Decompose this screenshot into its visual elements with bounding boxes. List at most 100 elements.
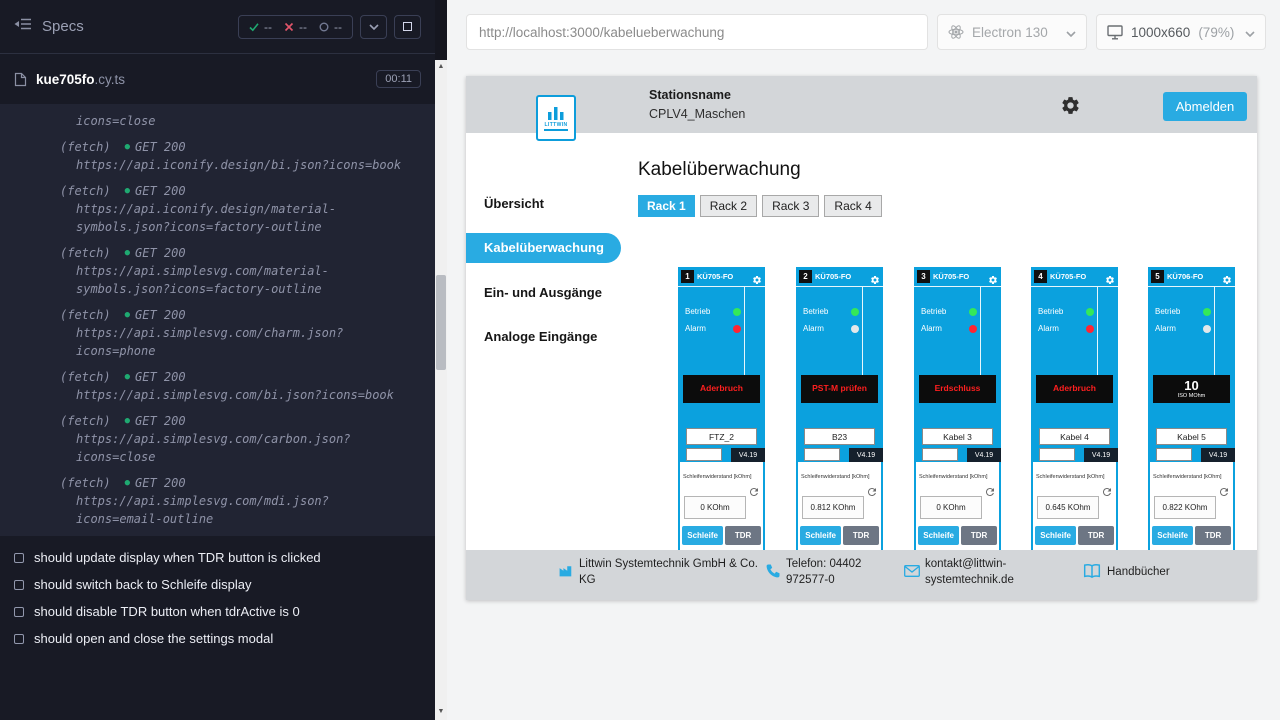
command-log: icons=close (fetch)●GET 200 https://api.… [0, 104, 435, 536]
tdr-button[interactable]: TDR [1195, 526, 1231, 545]
tdr-button[interactable]: TDR [843, 526, 879, 545]
tab-rack-2[interactable]: Rack 2 [700, 195, 757, 217]
request-url: https://api.iconify.design/material-symb… [76, 200, 408, 236]
fetch-log-entry[interactable]: (fetch)●GET 200 https://api.iconify.desi… [0, 182, 435, 236]
status-dot-icon: ● [125, 368, 130, 386]
test-title: should open and close the settings modal [34, 631, 273, 646]
schleife-button[interactable]: Schleife [800, 526, 841, 545]
status-dot-icon: ● [125, 412, 130, 430]
test-row[interactable]: should update display when TDR button is… [0, 544, 435, 571]
url-input[interactable] [466, 14, 928, 50]
scrollbar-track[interactable] [435, 60, 447, 720]
test-title: should update display when TDR button is… [34, 550, 321, 565]
alarm-led [1203, 325, 1211, 333]
alarm-label: Alarm [1038, 324, 1059, 333]
tab-rack-1[interactable]: Rack 1 [638, 195, 695, 217]
rack-tabs: Rack 1 Rack 2 Rack 3 Rack 4 [638, 195, 882, 217]
status-display: Aderbruch [683, 375, 760, 403]
fetch-log-entry[interactable]: (fetch)●GET 200 https://api.simplesvg.co… [0, 306, 435, 360]
cable-name-field[interactable]: Kabel 5 [1156, 428, 1227, 445]
scrollbar-thumb[interactable] [436, 275, 446, 370]
betrieb-row: Betrieb [921, 307, 977, 316]
fetch-log-entry[interactable]: (fetch)●GET 200 https://api.simplesvg.co… [0, 474, 435, 528]
betrieb-row: Betrieb [685, 307, 741, 316]
test-row[interactable]: should open and close the settings modal [0, 625, 435, 652]
viewport-select[interactable]: 1000x660 (79%) [1096, 14, 1266, 50]
measure-value: 0.645 KOhm [1037, 496, 1099, 519]
alarm-row: Alarm [1155, 324, 1211, 333]
browser-select[interactable]: Electron 130 [937, 14, 1087, 50]
device-model: KÜ705-FO [697, 272, 733, 281]
device-settings-button[interactable] [988, 272, 998, 282]
manuals-link[interactable]: Handbücher [1107, 565, 1170, 581]
device-settings-button[interactable] [752, 272, 762, 282]
app-header: Stationsname CPLV4_Maschen Abmelden [466, 76, 1257, 133]
device-settings-button[interactable] [870, 272, 880, 282]
cable-name-field[interactable]: Kabel 3 [922, 428, 993, 445]
alarm-label: Alarm [685, 324, 706, 333]
schleife-button[interactable]: Schleife [1035, 526, 1076, 545]
refresh-button[interactable] [748, 485, 760, 497]
cross-icon [284, 22, 294, 32]
station-block: Stationsname CPLV4_Maschen [649, 88, 745, 121]
phone-icon [765, 563, 781, 584]
sidebar-item-ein-und-ausgaenge[interactable]: Ein- und Ausgänge [484, 285, 602, 300]
test-row[interactable]: should disable TDR button when tdrActive… [0, 598, 435, 625]
device-card-header: 4 KÜ705-FO [1031, 267, 1118, 287]
status-text: PST-M prüfen [812, 384, 867, 393]
refresh-button[interactable] [1101, 485, 1113, 497]
fetch-log-entry[interactable]: (fetch)●GET 200 https://api.iconify.desi… [0, 138, 435, 174]
collapse-chevron-button[interactable] [360, 15, 387, 39]
email-link[interactable]: kontakt@littwin-systemtechnik.de [925, 557, 1047, 588]
schleife-button[interactable]: Schleife [682, 526, 723, 545]
betrieb-label: Betrieb [685, 307, 710, 316]
logout-button[interactable]: Abmelden [1163, 92, 1247, 121]
sidebar-item-analoge-eingaenge[interactable]: Analoge Eingänge [484, 329, 597, 344]
http-status: GET 200 [135, 368, 186, 386]
stop-button[interactable] [394, 15, 421, 39]
measurement-panel: Schleifenwiderstand [kOhm] 0.812 KOhm Sc… [796, 462, 883, 550]
status-text: Aderbruch [700, 384, 743, 393]
http-status: GET 200 [135, 244, 186, 262]
firmware-version: V4.19 [731, 448, 765, 462]
device-model: KÜ706-FO [1167, 272, 1203, 281]
specs-label[interactable]: Specs [42, 18, 84, 35]
failed-count: -- [299, 20, 307, 34]
schleife-button[interactable]: Schleife [918, 526, 959, 545]
measure-label: Schleifenwiderstand [kOhm] [801, 474, 869, 480]
sidebar-item-kabelueberwachung[interactable]: Kabelüberwachung [466, 233, 621, 263]
status-dot-icon: ● [125, 474, 130, 492]
tab-rack-3[interactable]: Rack 3 [762, 195, 819, 217]
device-number: 4 [1034, 270, 1047, 283]
device-settings-button[interactable] [1105, 272, 1115, 282]
refresh-button[interactable] [984, 485, 996, 497]
refresh-button[interactable] [866, 485, 878, 497]
request-url: https://api.simplesvg.com/material-symbo… [76, 262, 408, 298]
device-card-5: 5 KÜ706-FO Betrieb Alarm 10ISO MOhm Kabe… [1148, 267, 1235, 550]
cable-name-field[interactable]: B23 [804, 428, 875, 445]
alarm-led [733, 325, 741, 333]
tab-rack-4[interactable]: Rack 4 [824, 195, 881, 217]
tdr-button[interactable]: TDR [961, 526, 997, 545]
tdr-button[interactable]: TDR [1078, 526, 1114, 545]
card-divider [744, 287, 745, 375]
fetch-log-entry[interactable]: (fetch)●GET 200 https://api.simplesvg.co… [0, 412, 435, 466]
book-icon [1083, 563, 1101, 584]
schleife-button[interactable]: Schleife [1152, 526, 1193, 545]
fetch-log-entry[interactable]: (fetch)●GET 200 https://api.simplesvg.co… [0, 244, 435, 298]
spec-file-row[interactable]: kue705fo.cy.ts 00:11 [0, 62, 435, 96]
specs-toggle-icon[interactable] [14, 17, 32, 36]
sidebar-item-uebersicht[interactable]: Übersicht [484, 196, 544, 211]
settings-gear-button[interactable] [1060, 95, 1081, 116]
tdr-button[interactable]: TDR [725, 526, 761, 545]
cable-name-field[interactable]: Kabel 4 [1039, 428, 1110, 445]
device-number: 5 [1151, 270, 1164, 283]
device-settings-button[interactable] [1222, 272, 1232, 282]
test-row[interactable]: should switch back to Schleife display [0, 571, 435, 598]
test-state-icon [14, 634, 24, 644]
scroll-down-arrow[interactable]: ▼ [435, 706, 447, 718]
fetch-log-entry[interactable]: (fetch)●GET 200 https://api.simplesvg.co… [0, 368, 435, 404]
cable-name-field[interactable]: FTZ_2 [686, 428, 757, 445]
scroll-up-arrow[interactable]: ▲ [435, 61, 447, 73]
refresh-button[interactable] [1218, 485, 1230, 497]
